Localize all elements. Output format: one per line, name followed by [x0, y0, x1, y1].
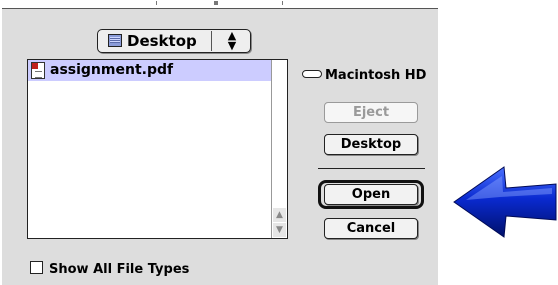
- hard-disk-icon: [302, 69, 322, 78]
- button-divider: [318, 168, 425, 169]
- show-all-file-types-checkbox[interactable]: [30, 261, 43, 274]
- scroll-up-arrow-icon[interactable]: ▲: [273, 208, 286, 222]
- location-popup-menu[interactable]: Desktop ▲ ▼: [97, 29, 251, 53]
- pdf-document-icon: [31, 62, 45, 79]
- volume-name: Macintosh HD: [325, 68, 427, 83]
- file-list[interactable]: assignment.pdf ▲ ▼: [27, 59, 288, 239]
- open-button[interactable]: Open: [324, 184, 418, 205]
- popup-separator: [211, 31, 212, 51]
- popup-arrows-icon: ▲ ▼: [227, 29, 237, 52]
- checkbox-label: Show All File Types: [49, 262, 190, 277]
- location-popup-label: Desktop: [127, 32, 197, 50]
- scroll-down-arrow-icon[interactable]: ▼: [273, 223, 286, 237]
- show-all-file-types-option[interactable]: Show All File Types: [30, 258, 189, 277]
- left-arrow-pointer-icon: [453, 166, 557, 238]
- file-name: assignment.pdf: [50, 62, 174, 78]
- top-edge-tick: [214, 1, 218, 5]
- file-list-item[interactable]: assignment.pdf: [28, 60, 272, 81]
- top-edge-tick: [282, 1, 283, 5]
- eject-button[interactable]: Eject: [324, 102, 418, 123]
- cancel-button[interactable]: Cancel: [324, 218, 418, 239]
- volume-label: Macintosh HD: [302, 68, 426, 83]
- desktop-folder-icon: [108, 34, 122, 47]
- desktop-button[interactable]: Desktop: [324, 134, 418, 155]
- top-edge-tick: [156, 1, 157, 5]
- file-list-scrollbar[interactable]: ▲ ▼: [271, 60, 287, 238]
